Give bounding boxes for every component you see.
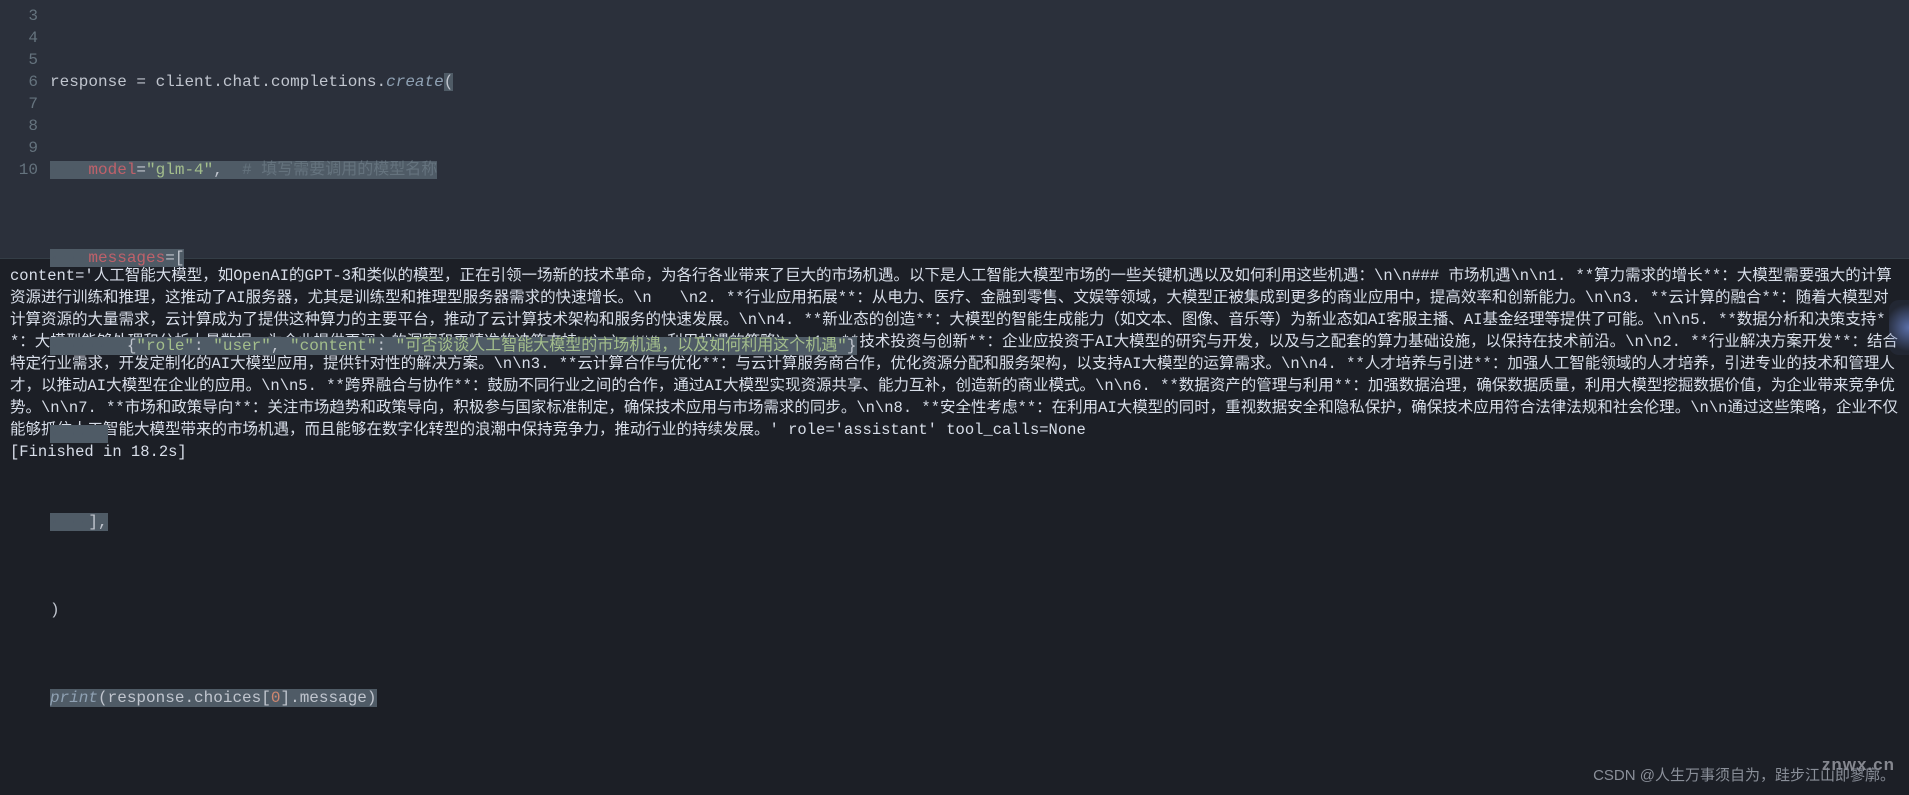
credit-watermark: CSDN @人生万事须自为，跬步江山即寥廓。 [1593,764,1895,785]
line-number: 8 [0,115,38,137]
code-line[interactable]: ········{"role": "user", "content": "可否谈… [50,335,1909,357]
code-area[interactable]: response = client.chat.completions.creat… [50,0,1909,258]
code-line[interactable]: ····model="glm-4", # 填写需要调用的模型名称 [50,159,1909,181]
code-line[interactable]: print(response.choices[0].message) [50,687,1909,709]
line-number: 4 [0,27,38,49]
code-line[interactable]: ····], [50,511,1909,533]
line-number: 6 [0,71,38,93]
code-line[interactable]: ····messages=[ [50,247,1909,269]
line-number: 3 [0,5,38,27]
scroll-indicator-icon [1889,300,1909,355]
code-line[interactable]: response = client.chat.completions.creat… [50,71,1909,93]
code-line[interactable]: ···· [50,423,1909,445]
line-number: 7 [0,93,38,115]
code-line[interactable]: ) [50,599,1909,621]
code-editor-pane[interactable]: 3 4 5 6 7 8 9 10 response = client.chat.… [0,0,1909,258]
line-number: 9 [0,137,38,159]
line-number: 5 [0,49,38,71]
line-number: 10 [0,159,38,181]
line-number-gutter: 3 4 5 6 7 8 9 10 [0,0,50,258]
